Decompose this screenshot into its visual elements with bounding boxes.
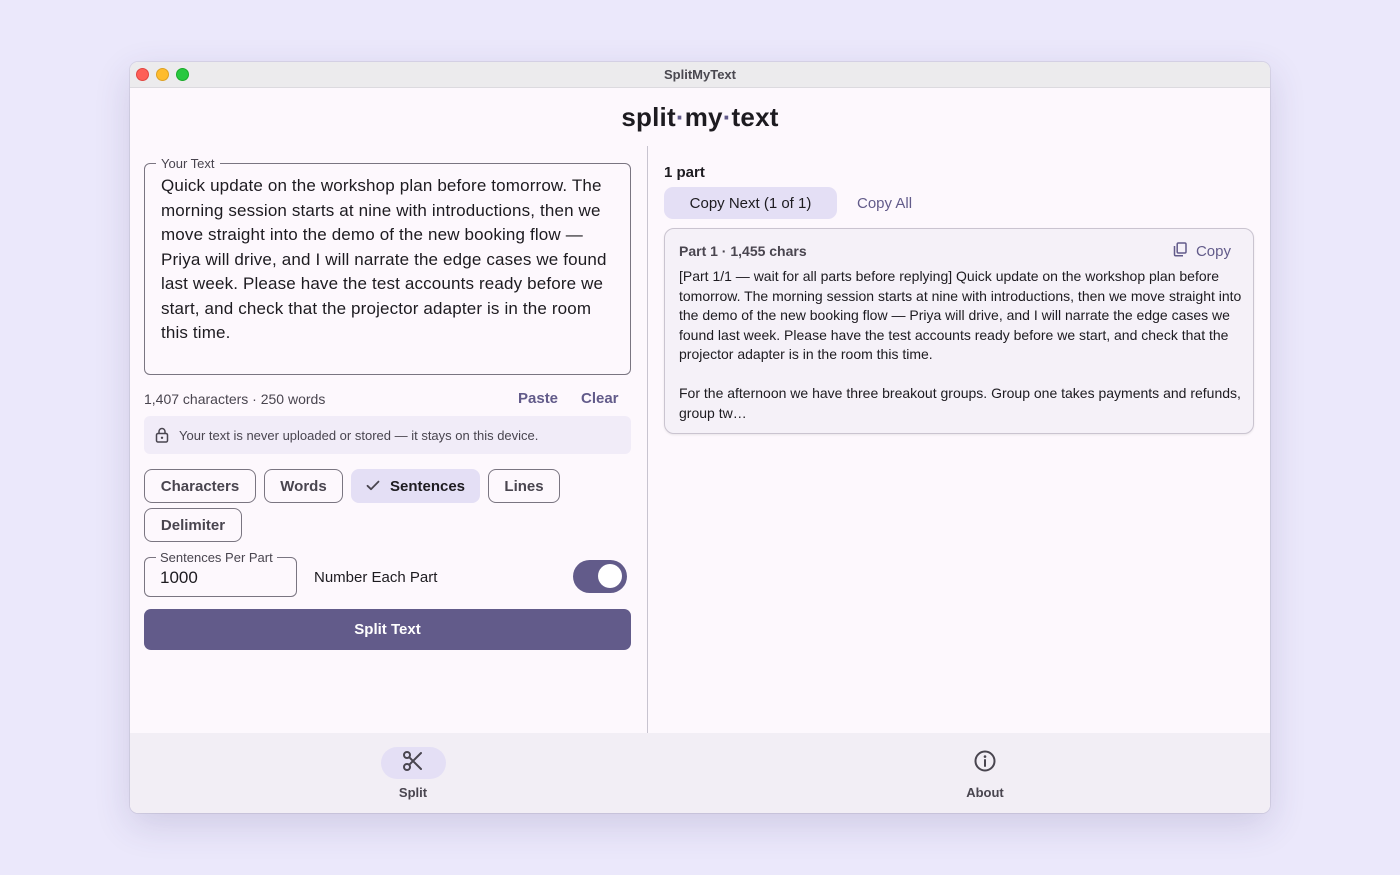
mode-chip-characters[interactable]: Characters [144,469,256,503]
lock-icon [155,427,169,448]
number-parts-toggle[interactable] [573,560,627,593]
mode-chip-lines[interactable]: Lines [488,469,560,503]
nav-about[interactable]: About [925,747,1045,800]
brand-separator-dot: · [722,102,732,132]
text-input-label: Your Text [156,156,220,171]
chip-label: Delimiter [160,516,226,534]
paste-button[interactable]: Paste [518,390,558,407]
bottom-navigation: Split About [130,733,1270,813]
mode-chip-sentences[interactable]: Sentences [351,469,480,503]
chip-label: Words [280,477,327,495]
info-icon [973,749,997,778]
panel-divider [647,146,648,733]
part-body: [Part 1/1 — wait for all parts before re… [679,268,1242,421]
parts-count: 1 part [664,164,705,181]
copy-all-button[interactable]: Copy All [857,195,912,212]
scissors-icon [401,749,425,778]
split-text-button[interactable]: Split Text [144,609,631,650]
checkmark-icon [366,478,380,495]
brand-separator-dot: · [675,102,685,132]
window-title: SplitMyText [664,67,736,82]
part-copy-label: Copy [1195,243,1231,260]
nav-split-indicator [380,747,446,779]
number-parts-label: Number Each Part [314,569,438,586]
nav-split[interactable]: Split [353,747,473,800]
privacy-text: Your text is never uploaded or stored — … [179,428,539,443]
part-header: Part 1 · 1,455 chars [679,243,807,259]
copy-next-button[interactable]: Copy Next (1 of 1) [664,187,837,219]
nav-about-label: About [966,785,1004,800]
brand-word-text: text [731,102,779,132]
toggle-knob [598,564,622,588]
mode-chip-words[interactable]: Words [264,469,343,503]
text-input-area[interactable]: Your Text Quick update on the workshop p… [144,156,631,375]
chip-label: Characters [160,477,240,495]
chip-label: Sentences [389,477,466,495]
clear-button[interactable]: Clear [581,390,619,407]
per-part-field[interactable]: Sentences Per Part 1000 [144,550,297,597]
text-input-content[interactable]: Quick update on the workshop plan before… [161,174,614,346]
brand-word-my: my [684,102,723,132]
part-card: Part 1 · 1,455 chars Copy [Part 1/1 — wa… [664,228,1254,434]
nav-about-indicator [953,747,1018,779]
nav-split-label: Split [398,785,428,800]
app-brand-title: split·my·text [130,102,1270,133]
mode-chip-delimiter[interactable]: Delimiter [144,508,242,542]
per-part-label: Sentences Per Part [156,550,277,565]
text-stats: 1,407 characters · 250 words [144,391,326,407]
brand-word-split: split [621,102,676,132]
title-bar: SplitMyText [130,62,1270,88]
part-copy-button[interactable]: Copy [1173,242,1231,261]
privacy-notice: Your text is never uploaded or stored — … [144,416,631,454]
app-window: SplitMyText split·my·text Your Text Quic… [130,62,1270,813]
chip-label: Lines [504,477,544,495]
copy-icon [1173,242,1187,261]
per-part-value[interactable]: 1000 [160,568,198,588]
